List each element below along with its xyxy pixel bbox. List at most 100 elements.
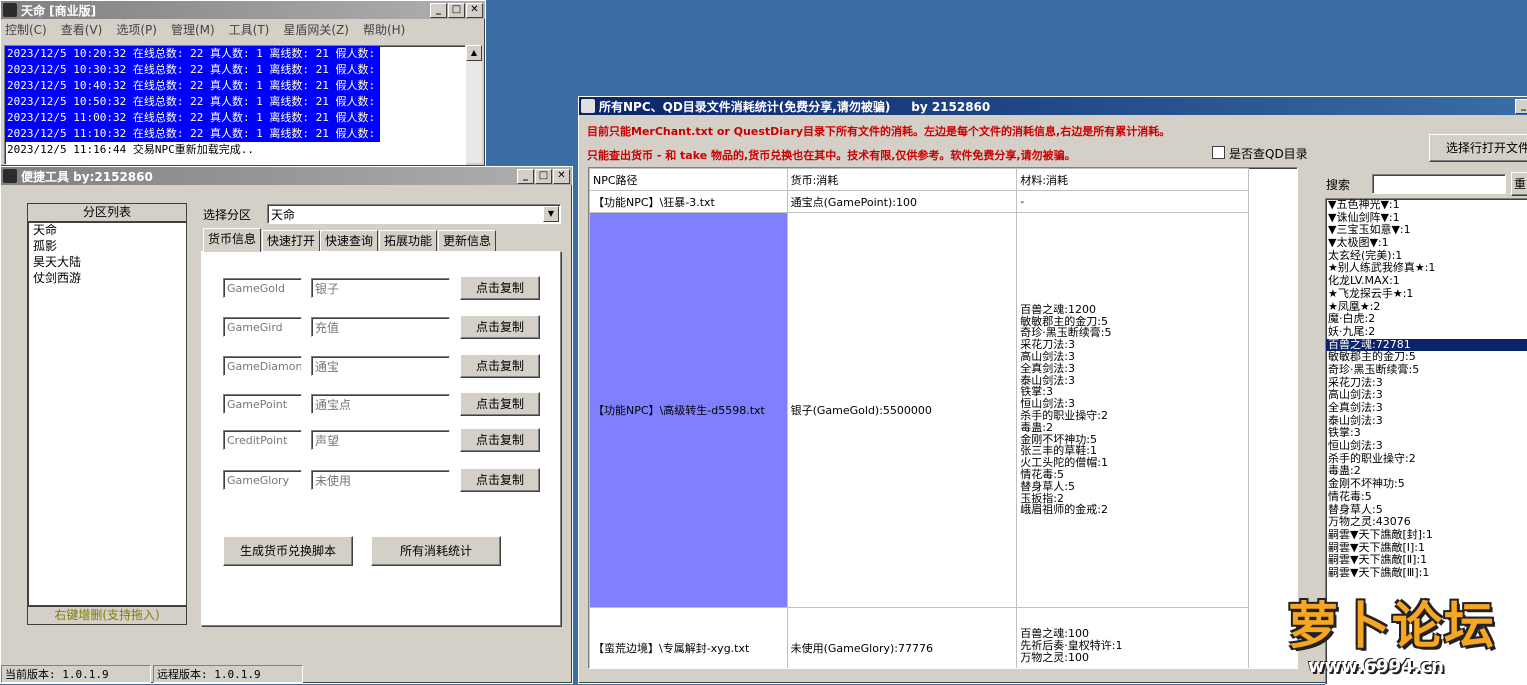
- copy-button[interactable]: 点击复制: [460, 315, 540, 339]
- minimize-icon[interactable]: _: [1515, 98, 1527, 114]
- table-row[interactable]: 【蛮荒边境】\专属解封-xyg.txt 未使用(GameGlory):77776…: [589, 607, 1249, 668]
- list-item[interactable]: 情花毒:5: [1326, 490, 1527, 504]
- table-row[interactable]: 【功能NPC】\狂暴-3.txt 通宝点(GamePoint):100 -: [589, 190, 1249, 213]
- currency-name-field[interactable]: 通宝: [311, 356, 450, 376]
- partition-select[interactable]: 天命 ▼: [267, 204, 561, 224]
- list-item[interactable]: 全真剑法:3: [1326, 401, 1527, 415]
- log-scrollbar[interactable]: ▲: [466, 45, 482, 163]
- currency-cell[interactable]: 银子(GameGold):5500000: [786, 212, 1018, 608]
- log-line[interactable]: 2023/12/5 10:50:32 在线总数: 22 真人数: 1 离线数: …: [5, 94, 388, 110]
- menu-tools[interactable]: 工具(T): [229, 21, 270, 38]
- currency-name-field[interactable]: 充值: [311, 317, 450, 337]
- open-file-button[interactable]: 选择行打开文件: [1429, 134, 1527, 162]
- table-row[interactable]: 【功能NPC】\高级转生-d5598.txt 银子(GameGold):5500…: [589, 212, 1249, 608]
- generate-script-button[interactable]: 生成货币兑换脚本: [223, 536, 353, 566]
- tool-window: 便捷工具 by:2152860 _ □ ✕ 分区列表 天命 孤影 昊天大陆 仗剑…: [0, 166, 573, 684]
- list-item[interactable]: 嗣雲▼天下譙敵[Ⅲ]:1: [1326, 566, 1527, 580]
- log-line[interactable]: 2023/12/5 10:40:32 在线总数: 22 真人数: 1 离线数: …: [5, 78, 388, 94]
- list-item[interactable]: 仗剑西游: [28, 270, 186, 286]
- currency-code-field[interactable]: GamePoint: [223, 394, 302, 414]
- maximize-icon[interactable]: □: [535, 168, 552, 184]
- list-item[interactable]: 金刚不坏神功:5: [1326, 477, 1527, 491]
- search-input[interactable]: [1372, 174, 1506, 194]
- tab-quick-query[interactable]: 快速查询: [320, 230, 379, 251]
- menu-view[interactable]: 查看(V): [61, 21, 103, 38]
- qd-checkbox-label[interactable]: 是否查QD目录: [1229, 145, 1308, 162]
- main-titlebar[interactable]: 天命 [商业版] _ □ ✕: [1, 1, 485, 19]
- menu-options[interactable]: 选项(P): [116, 21, 157, 38]
- partition-list-header: 分区列表: [27, 203, 187, 222]
- list-item[interactable]: ▼五色神光▼:1: [1326, 199, 1527, 212]
- stats-window-title: 所有NPC、QD目录文件消耗统计(免费分享,请勿被骗) by 2152860: [599, 99, 991, 114]
- list-item[interactable]: 妖·九尾:2: [1326, 325, 1527, 339]
- scroll-thumb[interactable]: [1297, 318, 1298, 340]
- log-line[interactable]: 2023/12/5 11:10:32 在线总数: 22 真人数: 1 离线数: …: [5, 126, 388, 142]
- chevron-down-icon[interactable]: ▼: [543, 206, 559, 222]
- list-item[interactable]: 孤影: [28, 238, 186, 254]
- menu-manage[interactable]: 管理(M): [171, 21, 215, 38]
- log-line[interactable]: 2023/12/5 11:16:44 交易NPC重新加载完成..: [5, 142, 465, 158]
- currency-code-field[interactable]: CreditPoint: [223, 430, 302, 450]
- npc-path-cell[interactable]: 【功能NPC】\高级转生-d5598.txt: [589, 212, 788, 608]
- list-item[interactable]: 天命: [28, 222, 186, 238]
- close-icon[interactable]: ✕: [553, 168, 570, 184]
- close-icon[interactable]: ✕: [466, 2, 483, 18]
- copy-button[interactable]: 点击复制: [460, 354, 540, 378]
- list-item[interactable]: 奇珍·黑玉断续膏:5: [1326, 363, 1527, 377]
- list-item[interactable]: ★飞龙探云手★:1: [1326, 287, 1527, 301]
- tab-extensions[interactable]: 拓展功能: [379, 230, 438, 251]
- list-item[interactable]: 嗣雲▼天下譙敵[封]:1: [1326, 528, 1527, 542]
- list-item[interactable]: 昊天大陆: [28, 254, 186, 270]
- currency-name-field[interactable]: 通宝点: [311, 394, 450, 414]
- scroll-up-icon[interactable]: ▲: [1297, 168, 1298, 184]
- currency-name-field[interactable]: 银子: [311, 278, 450, 298]
- tab-currency[interactable]: 货币信息: [203, 228, 262, 252]
- tab-updates[interactable]: 更新信息: [438, 230, 497, 251]
- log-line[interactable]: 2023/12/5 10:20:32 在线总数: 22 真人数: 1 离线数: …: [5, 46, 388, 62]
- minimize-icon[interactable]: _: [430, 2, 447, 18]
- log-panel[interactable]: 2023/12/5 10:20:32 在线总数: 22 真人数: 1 离线数: …: [4, 45, 466, 165]
- search-button[interactable]: 重: [1511, 172, 1527, 196]
- all-stats-button[interactable]: 所有消耗统计: [371, 536, 501, 566]
- currency-name-field[interactable]: 声望: [311, 430, 450, 450]
- list-item[interactable]: 恒山剑法:3: [1326, 439, 1527, 453]
- currency-cell[interactable]: 未使用(GameGlory):77776: [786, 607, 1018, 668]
- list-item[interactable]: ▼太极图▼:1: [1326, 236, 1527, 250]
- npc-path-cell[interactable]: 【功能NPC】\狂暴-3.txt: [589, 190, 788, 213]
- menu-control[interactable]: 控制(C): [5, 21, 47, 38]
- materials-cell[interactable]: 百兽之魂:1200 敏敏郡主的金刀:5 奇珍·黑玉断续膏:5 采花刀法:3 高山…: [1016, 212, 1249, 608]
- materials-cell[interactable]: 百兽之魂:100 先祈后奏·皇权特许:1 万物之灵:100: [1016, 607, 1249, 668]
- notice-line-2: 只能查出货币 - 和 take 物品的,货币兑换也在其中。技术有限,仅供参考。软…: [587, 149, 1076, 162]
- currency-name-field[interactable]: 未使用: [311, 470, 450, 490]
- log-line[interactable]: 2023/12/5 11:00:32 在线总数: 22 真人数: 1 离线数: …: [5, 110, 388, 126]
- log-line[interactable]: 2023/12/5 10:30:32 在线总数: 22 真人数: 1 离线数: …: [5, 62, 388, 78]
- materials-cell[interactable]: -: [1016, 190, 1249, 213]
- list-item[interactable]: 魔·白虎:2: [1326, 312, 1527, 326]
- list-item[interactable]: 万物之灵:43076: [1326, 515, 1527, 529]
- stats-table-panel[interactable]: NPC路径 货币:消耗 材料:消耗 【功能NPC】\狂暴-3.txt 通宝点(G…: [588, 167, 1298, 669]
- menu-help[interactable]: 帮助(H): [363, 21, 405, 38]
- copy-button[interactable]: 点击复制: [460, 468, 540, 492]
- partition-list[interactable]: 天命 孤影 昊天大陆 仗剑西游: [27, 221, 187, 607]
- column-header[interactable]: 货币:消耗: [786, 168, 1018, 191]
- scroll-up-icon[interactable]: ▲: [466, 45, 482, 61]
- currency-code-field[interactable]: GameGold: [223, 278, 302, 298]
- minimize-icon[interactable]: _: [517, 168, 534, 184]
- column-header[interactable]: 材料:消耗: [1016, 168, 1249, 191]
- copy-button[interactable]: 点击复制: [460, 428, 540, 452]
- menu-gateway[interactable]: 星盾网关(Z): [283, 21, 349, 38]
- currency-code-field[interactable]: GameDiamond: [223, 356, 302, 376]
- currency-cell[interactable]: 通宝点(GamePoint):100: [786, 190, 1018, 213]
- npc-path-cell[interactable]: 【蛮荒边境】\专属解封-xyg.txt: [589, 607, 788, 668]
- maximize-icon[interactable]: □: [448, 2, 465, 18]
- tool-titlebar[interactable]: 便捷工具 by:2152860 _ □ ✕: [1, 167, 572, 185]
- copy-button[interactable]: 点击复制: [460, 276, 540, 300]
- currency-code-field[interactable]: GameGird: [223, 317, 302, 337]
- qd-checkbox[interactable]: [1212, 146, 1225, 159]
- copy-button[interactable]: 点击复制: [460, 392, 540, 416]
- tab-quick-open[interactable]: 快速打开: [262, 230, 321, 251]
- stats-titlebar[interactable]: 所有NPC、QD目录文件消耗统计(免费分享,请勿被骗) by 2152860 _: [579, 97, 1527, 115]
- column-header[interactable]: NPC路径: [589, 168, 788, 191]
- currency-code-field[interactable]: GameGlory: [223, 470, 302, 490]
- list-item[interactable]: 化龙LV.MAX:1: [1326, 274, 1527, 288]
